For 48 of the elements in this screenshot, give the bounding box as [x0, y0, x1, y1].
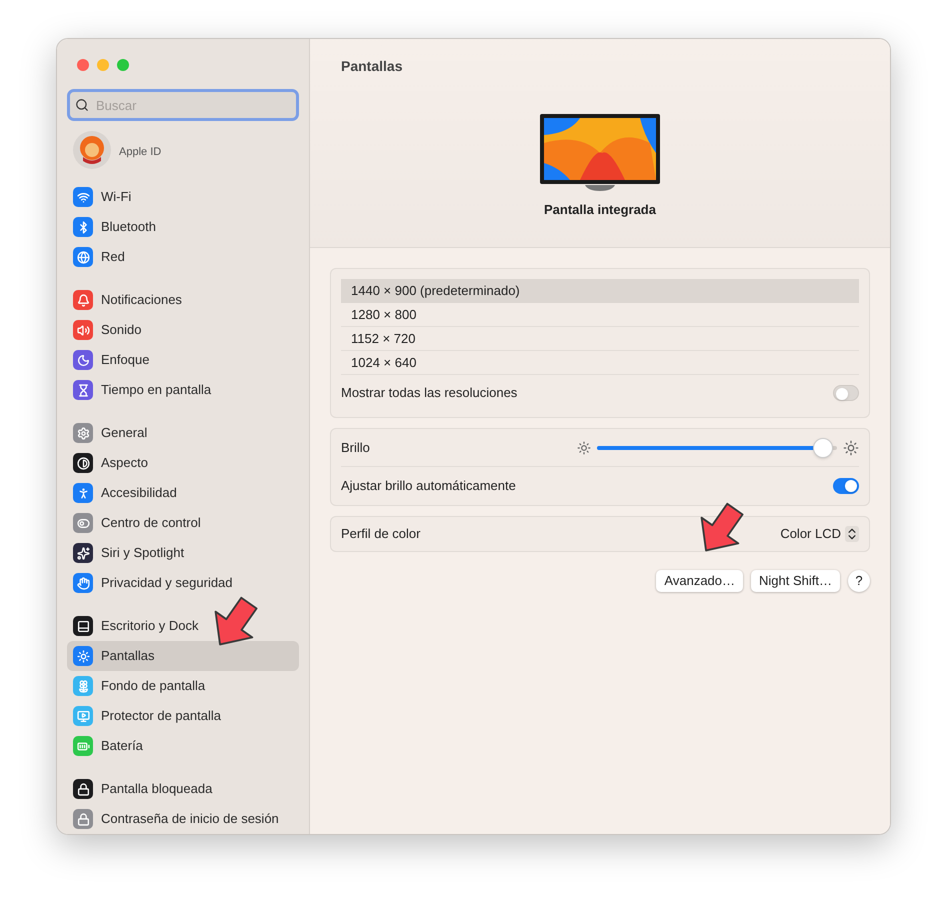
sidebar-item[interactable]: Privacidad y seguridad [67, 568, 299, 598]
sidebar-item[interactable]: Sonido [67, 315, 299, 345]
sidebar-item[interactable]: Centro de control [67, 508, 299, 538]
sidebar-item[interactable]: Fondo de pantalla [67, 671, 299, 701]
sidebar-item[interactable]: Bluetooth [67, 212, 299, 242]
close-button[interactable] [77, 59, 89, 71]
resolution-option[interactable]: 1152 × 720 [341, 327, 859, 351]
resolution-option[interactable]: 1440 × 900 (predeterminado) [341, 279, 859, 303]
bright-sun-icon [843, 440, 859, 456]
display-name: Pantalla integrada [544, 201, 656, 219]
brightness-label: Brillo [341, 438, 370, 457]
sidebar-item[interactable]: Tiempo en pantalla [67, 375, 299, 405]
sidebar-item[interactable]: Siri y Spotlight [67, 538, 299, 568]
brightness-slider[interactable] [597, 438, 837, 458]
action-button[interactable]: Night Shift… [751, 570, 840, 592]
sidebar-item[interactable]: Enfoque [67, 345, 299, 375]
avatar-icon [73, 131, 111, 169]
chevrons-icon [845, 526, 859, 542]
sidebar-item[interactable]: Pantallas [67, 641, 299, 671]
color-profile-label: Perfil de color [341, 525, 420, 544]
search-field[interactable]: Buscar [67, 89, 299, 121]
sidebar-item[interactable]: Pantalla bloqueada [67, 774, 299, 804]
resolution-option[interactable]: 1024 × 640 [341, 351, 859, 375]
minimize-button[interactable] [97, 59, 109, 71]
dim-sun-icon [577, 440, 591, 454]
zoom-button[interactable] [117, 59, 129, 71]
sidebar-item[interactable]: Notificaciones [67, 285, 299, 315]
help-button[interactable]: ? [848, 570, 870, 592]
account-label[interactable]: Apple ID [119, 144, 162, 160]
action-button[interactable]: Avanzado… [656, 570, 744, 592]
sidebar-item[interactable]: Wi-Fi [67, 182, 299, 212]
show-all-label: Mostrar todas las resoluciones [341, 384, 518, 402]
sidebar-item[interactable]: General [67, 418, 299, 448]
resolution-option[interactable]: 1280 × 800 [341, 303, 859, 327]
search-icon [75, 98, 89, 112]
sidebar-item[interactable]: Contraseña de inicio de sesión [67, 804, 299, 834]
sidebar-item[interactable]: Aspecto [67, 448, 299, 478]
color-profile-select[interactable]: Color LCD [780, 524, 859, 544]
auto-brightness-label: Ajustar brillo automáticamente [341, 477, 516, 496]
toggle-switch[interactable] [833, 385, 859, 401]
sidebar-item[interactable]: Red [67, 242, 299, 272]
monitor-icon[interactable] [540, 113, 660, 193]
sidebar-item[interactable]: Batería [67, 731, 299, 761]
sidebar-item[interactable]: Escritorio y Dock [67, 611, 299, 641]
sidebar-item[interactable]: Accesibilidad [67, 478, 299, 508]
window-title: Pantallas [340, 57, 404, 76]
toggle-switch[interactable] [833, 478, 859, 494]
sidebar-item[interactable]: Protector de pantalla [67, 701, 299, 731]
